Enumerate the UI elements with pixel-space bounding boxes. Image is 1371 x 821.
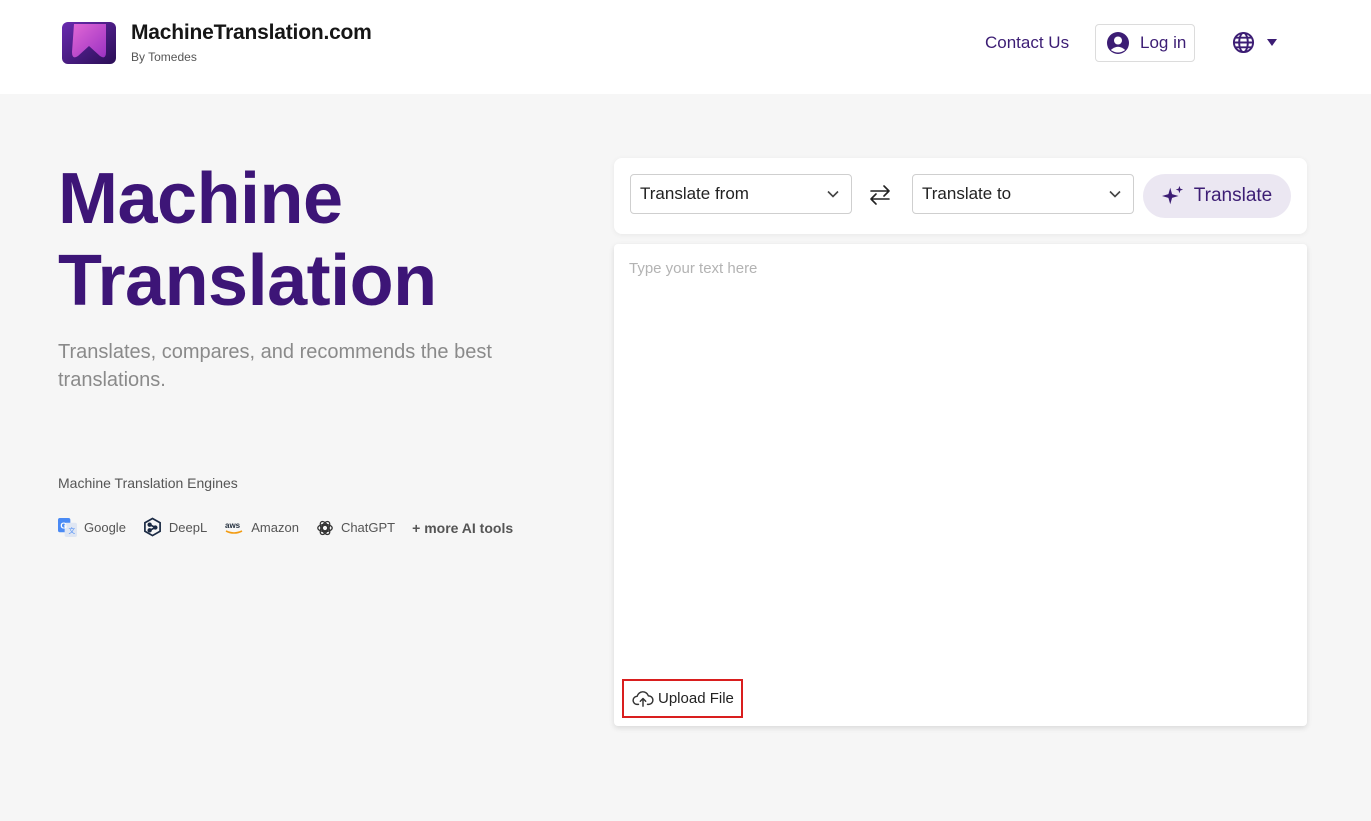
engine-name: Amazon: [251, 520, 299, 535]
engine-amazon: aws Amazon: [224, 520, 299, 536]
source-text-input[interactable]: [629, 260, 1289, 670]
translate-from-select[interactable]: Translate from: [630, 174, 852, 214]
swap-languages-icon[interactable]: [868, 184, 892, 206]
page-title-line2: Translation: [58, 241, 437, 321]
translation-toolbar: Translate from Translate to Translate: [614, 158, 1307, 234]
chevron-down-icon: [827, 190, 839, 198]
sparkle-icon: [1161, 185, 1183, 205]
engine-name: Google: [84, 520, 126, 535]
deepl-icon: [143, 517, 161, 537]
top-header: MachineTranslation.com By Tomedes Contac…: [0, 0, 1371, 94]
brand-logo-icon[interactable]: [62, 22, 116, 64]
login-button[interactable]: Log in: [1095, 24, 1195, 62]
aws-icon: aws: [225, 521, 243, 534]
cloud-upload-icon: [632, 690, 654, 707]
translate-to-label: Translate to: [922, 184, 1012, 203]
more-ai-tools-link[interactable]: + more AI tools: [412, 520, 513, 536]
language-selector[interactable]: [1232, 31, 1277, 54]
engine-name: DeepL: [168, 520, 208, 535]
engine-name: ChatGPT: [340, 520, 396, 535]
engine-google: G 文 Google: [58, 518, 126, 537]
hero-subtitle: Translates, compares, and recommends the…: [58, 341, 492, 391]
translate-button[interactable]: Translate: [1143, 174, 1291, 218]
page-title-line1: Machine: [58, 159, 343, 239]
translate-button-label: Translate: [1193, 185, 1273, 206]
brand-subtitle: By Tomedes: [131, 50, 197, 64]
engines-label: Machine Translation Engines: [58, 475, 238, 491]
source-text-panel: Upload File: [614, 244, 1307, 726]
engine-deepl: DeepL: [143, 517, 207, 538]
engines-list: G 文 Google DeepL aws Amazon ChatGPT + mo…: [58, 517, 513, 538]
chatgpt-icon: [317, 520, 333, 535]
upload-file-button[interactable]: Upload File: [622, 679, 743, 718]
svg-text:aws: aws: [225, 521, 241, 530]
google-translate-icon: G 文: [58, 518, 77, 537]
chevron-down-icon: [1109, 190, 1121, 198]
contact-us-link[interactable]: Contact Us: [985, 33, 1069, 53]
login-label: Log in: [1140, 33, 1187, 52]
translate-to-select[interactable]: Translate to: [912, 174, 1134, 214]
globe-icon: [1232, 31, 1255, 54]
svg-text:G: G: [60, 520, 67, 530]
brand-title[interactable]: MachineTranslation.com: [131, 21, 372, 45]
user-circle-icon: [1107, 32, 1129, 54]
upload-file-label: Upload File: [658, 690, 734, 707]
page-title: Machine Translation: [58, 158, 437, 322]
engine-chatgpt: ChatGPT: [316, 519, 395, 537]
svg-text:文: 文: [68, 526, 75, 535]
caret-down-icon: [1267, 39, 1277, 46]
translate-from-label: Translate from: [640, 184, 749, 203]
